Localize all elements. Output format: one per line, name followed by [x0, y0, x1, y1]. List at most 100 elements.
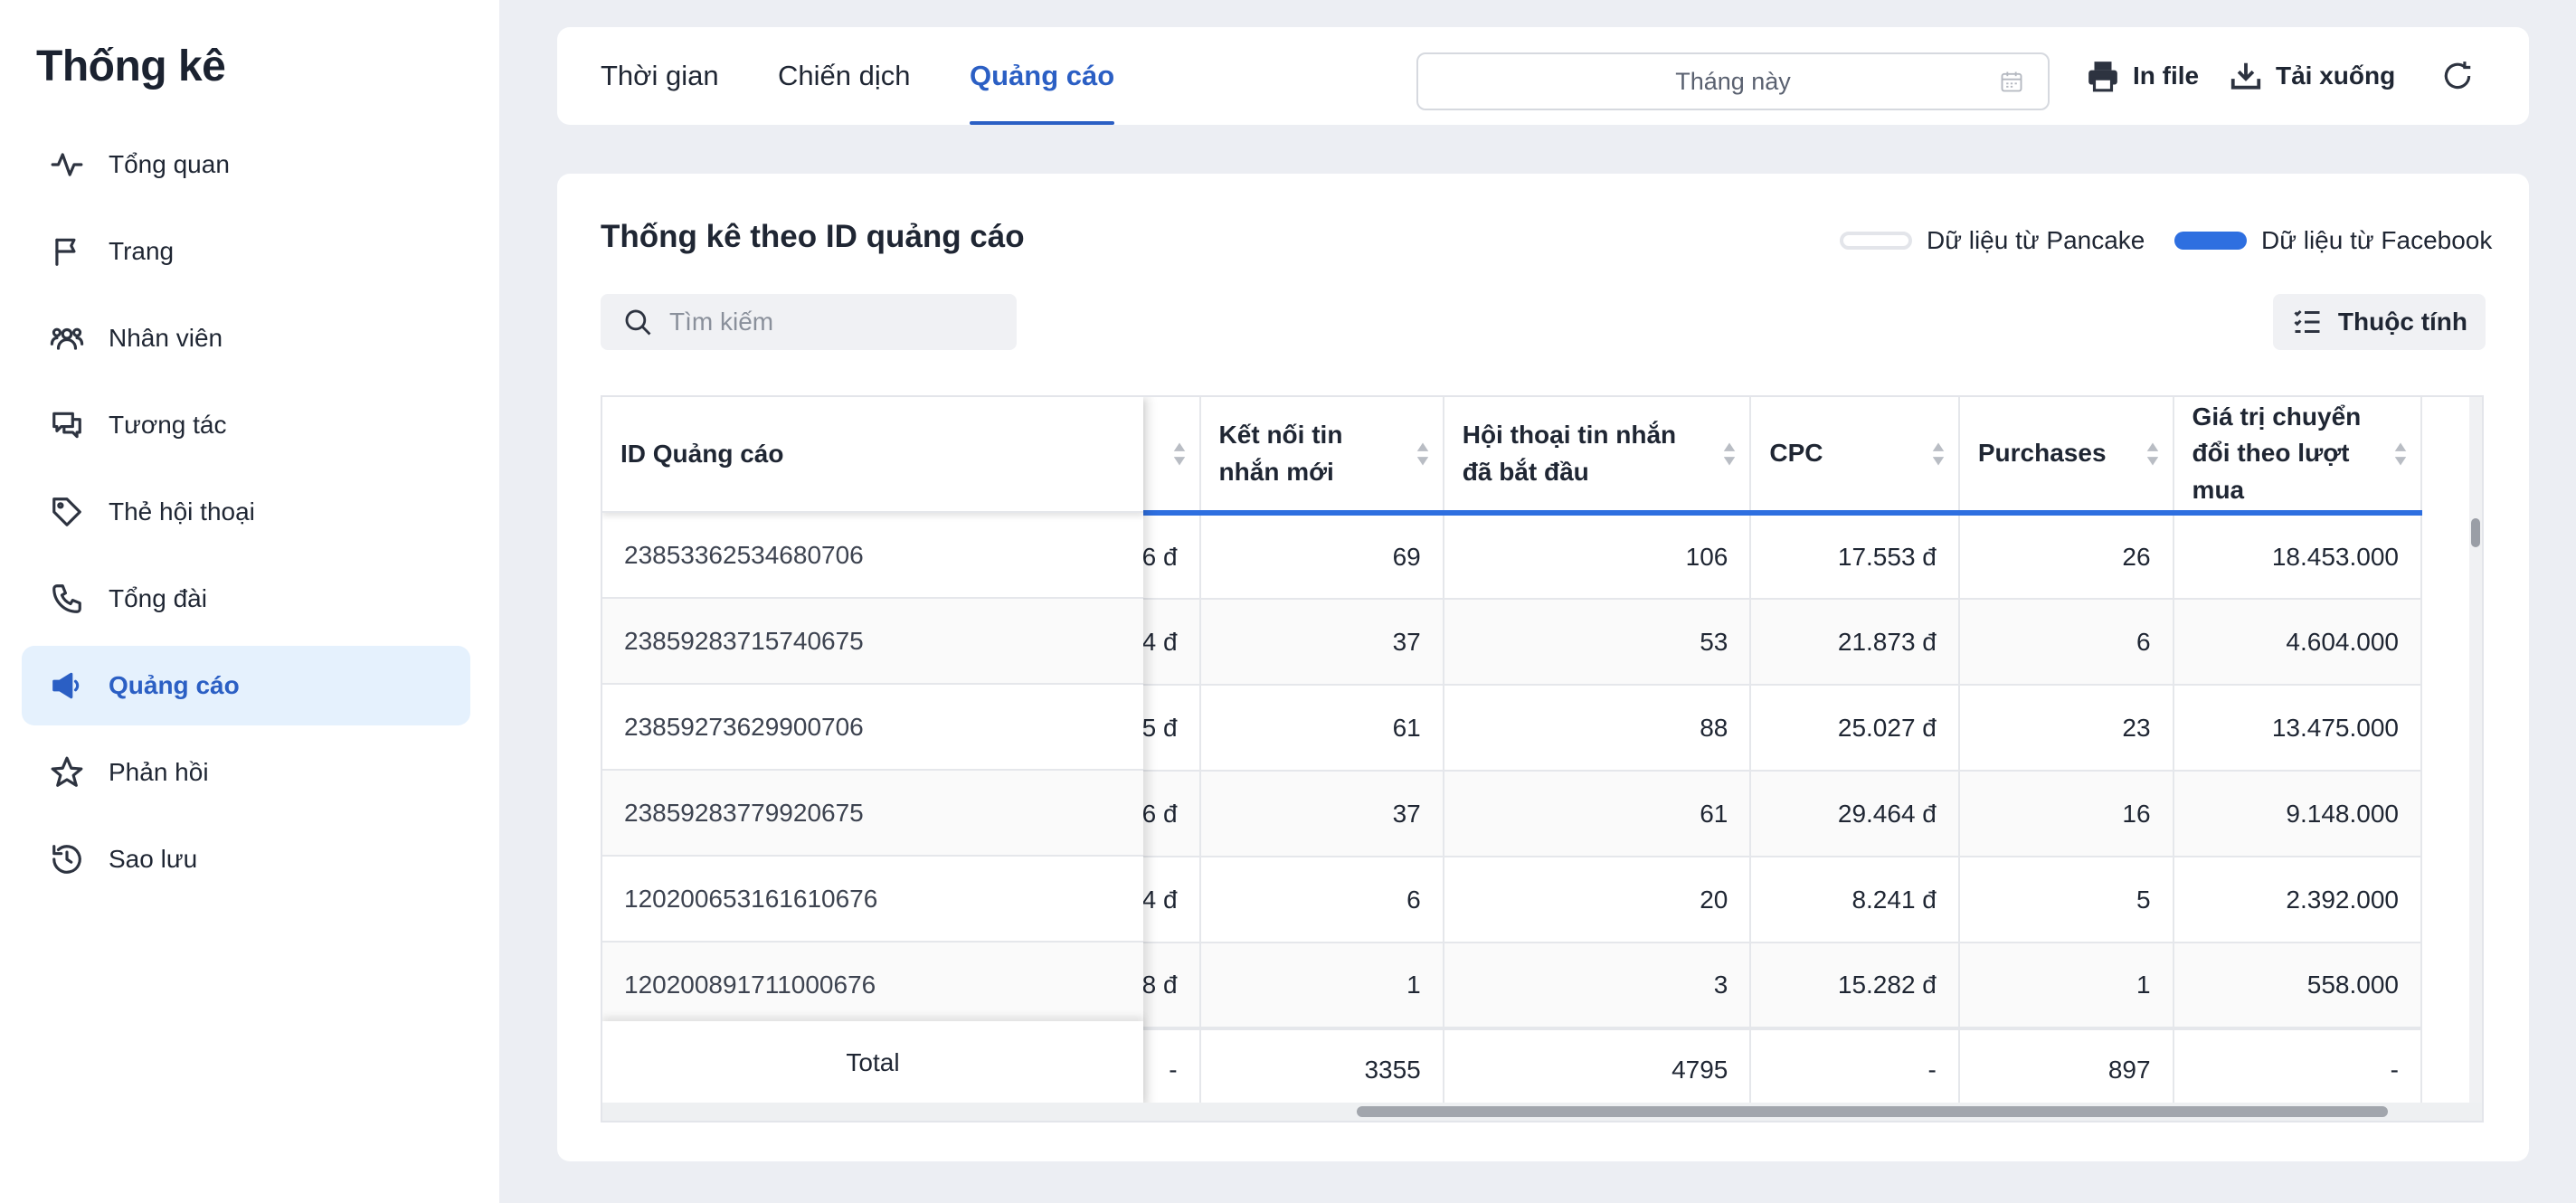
- table-cell: 6: [1199, 857, 1444, 943]
- table-cell: 26: [1958, 513, 2174, 600]
- sidebar-item-tong-dai[interactable]: Tổng đài: [22, 559, 470, 639]
- column-header-id-quang-cao[interactable]: ID Quảng cáo: [602, 397, 1143, 513]
- column-header[interactable]: [1143, 397, 1201, 516]
- tag-icon: [49, 494, 85, 530]
- history-icon: [49, 841, 85, 877]
- ad-id-cell[interactable]: 23853362534680706: [602, 513, 1143, 599]
- tab-thoi-gian[interactable]: Thời gian: [601, 27, 719, 125]
- table-cell: 6: [1958, 599, 2174, 686]
- sort-icon[interactable]: [1931, 441, 1946, 467]
- column-header-ket-noi-tin-nhan-moi[interactable]: Kết nối tin nhắn mới: [1199, 397, 1444, 516]
- sidebar-item-label: Trang: [109, 237, 175, 265]
- ad-id-cell[interactable]: 23859283715740675: [602, 599, 1143, 685]
- tab-quang-cao[interactable]: Quảng cáo: [970, 27, 1115, 125]
- table-cell: 558.000: [2173, 943, 2423, 1029]
- table-cell: 4.604.000: [2173, 599, 2423, 686]
- sidebar: Thống kê Tổng quan Trang Nhân viên Tương…: [0, 0, 499, 1203]
- sidebar-item-nhan-vien[interactable]: Nhân viên: [22, 298, 470, 378]
- sort-icon[interactable]: [1172, 441, 1187, 467]
- table-cell: 88: [1443, 685, 1752, 772]
- column-header-purchases[interactable]: Purchases: [1958, 397, 2174, 516]
- date-range-value: Tháng này: [1675, 67, 1791, 95]
- card-title: Thống kê theo ID quảng cáo: [601, 219, 1025, 254]
- sidebar-item-sao-luu[interactable]: Sao lưu: [22, 819, 470, 899]
- table-scroll-area[interactable]: Kết nối tin nhắn mới Hội thoại tin nhắn …: [1143, 397, 2482, 1121]
- table-cell: 5: [1958, 857, 2174, 943]
- search-icon: [625, 309, 651, 336]
- ad-id-cell[interactable]: 120200653161610676: [602, 857, 1143, 943]
- download-button[interactable]: Tải xuống: [2229, 27, 2395, 125]
- printer-icon: [2088, 62, 2117, 92]
- calendar-icon: [2001, 71, 2022, 92]
- tab-chien-dich[interactable]: Chiến dịch: [778, 27, 910, 125]
- fixed-id-column: ID Quảng cáo 23853362534680706 238592837…: [602, 397, 1143, 1121]
- vertical-scroll-thumb[interactable]: [2471, 518, 2480, 547]
- flag-icon: [49, 233, 85, 270]
- column-header-gia-tri-chuyen-doi[interactable]: Giá trị chuyển đổi theo lượt mua: [2173, 397, 2423, 516]
- search-input[interactable]: [669, 308, 1013, 336]
- table-cell: 20: [1443, 857, 1752, 943]
- table-cell: 53: [1443, 599, 1752, 686]
- horizontal-scroll-thumb[interactable]: [1357, 1106, 2388, 1117]
- print-label: In file: [2133, 62, 2200, 90]
- sort-icon[interactable]: [2145, 441, 2160, 467]
- table-cell: 106: [1443, 513, 1752, 600]
- table-cell: 37: [1199, 771, 1444, 857]
- table-row: 34 đ 37 53 21.873 đ 6 4.604.000: [1143, 599, 2423, 686]
- legend-swatch-facebook: [2174, 232, 2247, 250]
- total-cell: -: [1143, 1027, 1201, 1111]
- total-label: Total: [602, 1021, 1143, 1104]
- tab-label: Thời gian: [601, 60, 719, 91]
- total-cell: -: [2173, 1027, 2423, 1111]
- sidebar-item-label: Sao lưu: [109, 845, 198, 873]
- sidebar-item-label: Tổng quan: [109, 150, 230, 178]
- date-range-picker[interactable]: Tháng này: [1416, 52, 2050, 110]
- list-settings-icon: [2294, 309, 2320, 333]
- sort-icon[interactable]: [2393, 441, 2408, 467]
- table-cell: 29.464 đ: [1750, 771, 1960, 857]
- ad-stats-card: Thống kê theo ID quảng cáo Dữ liệu từ Pa…: [557, 174, 2529, 1161]
- sidebar-item-label: Tương tác: [109, 411, 227, 439]
- legend-facebook: Dữ liệu từ Facebook: [2174, 226, 2492, 255]
- legend-pancake: Dữ liệu từ Pancake: [1840, 226, 2145, 255]
- sidebar-item-label: Nhân viên: [109, 324, 223, 352]
- ad-id-cell[interactable]: 120200891711000676: [602, 943, 1143, 1028]
- table-row: 28 đ 1 3 15.282 đ 1 558.000: [1143, 943, 2423, 1029]
- star-icon: [49, 754, 85, 791]
- ad-id-cell[interactable]: 23859273629900706: [602, 685, 1143, 771]
- phone-icon: [49, 581, 85, 617]
- column-header-hoi-thoai-bat-dau[interactable]: Hội thoại tin nhắn đã bắt đầu: [1443, 397, 1752, 516]
- table-cell: 9.148.000: [2173, 771, 2423, 857]
- sidebar-item-the-hoi-thoai[interactable]: Thẻ hội thoại: [22, 472, 470, 552]
- vertical-scrollbar[interactable]: [2469, 397, 2482, 1104]
- attributes-button[interactable]: Thuộc tính: [2272, 294, 2486, 350]
- column-header-cpc[interactable]: CPC: [1750, 397, 1960, 516]
- legend-label: Dữ liệu từ Facebook: [2261, 226, 2493, 254]
- table-cell: 61: [1443, 771, 1752, 857]
- table-cell: 3: [1443, 943, 1752, 1029]
- download-label: Tải xuống: [2276, 62, 2396, 90]
- table-cell: 15.282 đ: [1750, 943, 1960, 1029]
- refresh-button[interactable]: [2440, 27, 2487, 125]
- total-cell: 3355: [1199, 1027, 1444, 1111]
- sidebar-item-tuong-tac[interactable]: Tương tác: [22, 385, 470, 465]
- table-cell: 23: [1958, 685, 2174, 772]
- sidebar-item-quang-cao[interactable]: Quảng cáo: [22, 646, 470, 725]
- total-cell: -: [1750, 1027, 1960, 1111]
- sidebar-item-label: Quảng cáo: [109, 671, 240, 699]
- search-box[interactable]: [601, 294, 1017, 350]
- sidebar-title: Thống kê: [36, 43, 226, 90]
- table-cell: 16: [1958, 771, 2174, 857]
- sidebar-item-trang[interactable]: Trang: [22, 212, 470, 291]
- print-button[interactable]: In file: [2086, 27, 2199, 125]
- sidebar-item-phan-hoi[interactable]: Phản hồi: [22, 733, 470, 812]
- sort-icon[interactable]: [1416, 441, 1430, 467]
- table-cell: 28 đ: [1143, 943, 1201, 1029]
- table-cell: 25.027 đ: [1750, 685, 1960, 772]
- horizontal-scrollbar[interactable]: [602, 1103, 2482, 1121]
- sort-icon[interactable]: [1722, 441, 1737, 467]
- activity-icon: [49, 147, 85, 183]
- tab-label: Chiến dịch: [778, 60, 911, 91]
- sidebar-item-tong-quan[interactable]: Tổng quan: [22, 125, 470, 204]
- ad-id-cell[interactable]: 23859283779920675: [602, 771, 1143, 857]
